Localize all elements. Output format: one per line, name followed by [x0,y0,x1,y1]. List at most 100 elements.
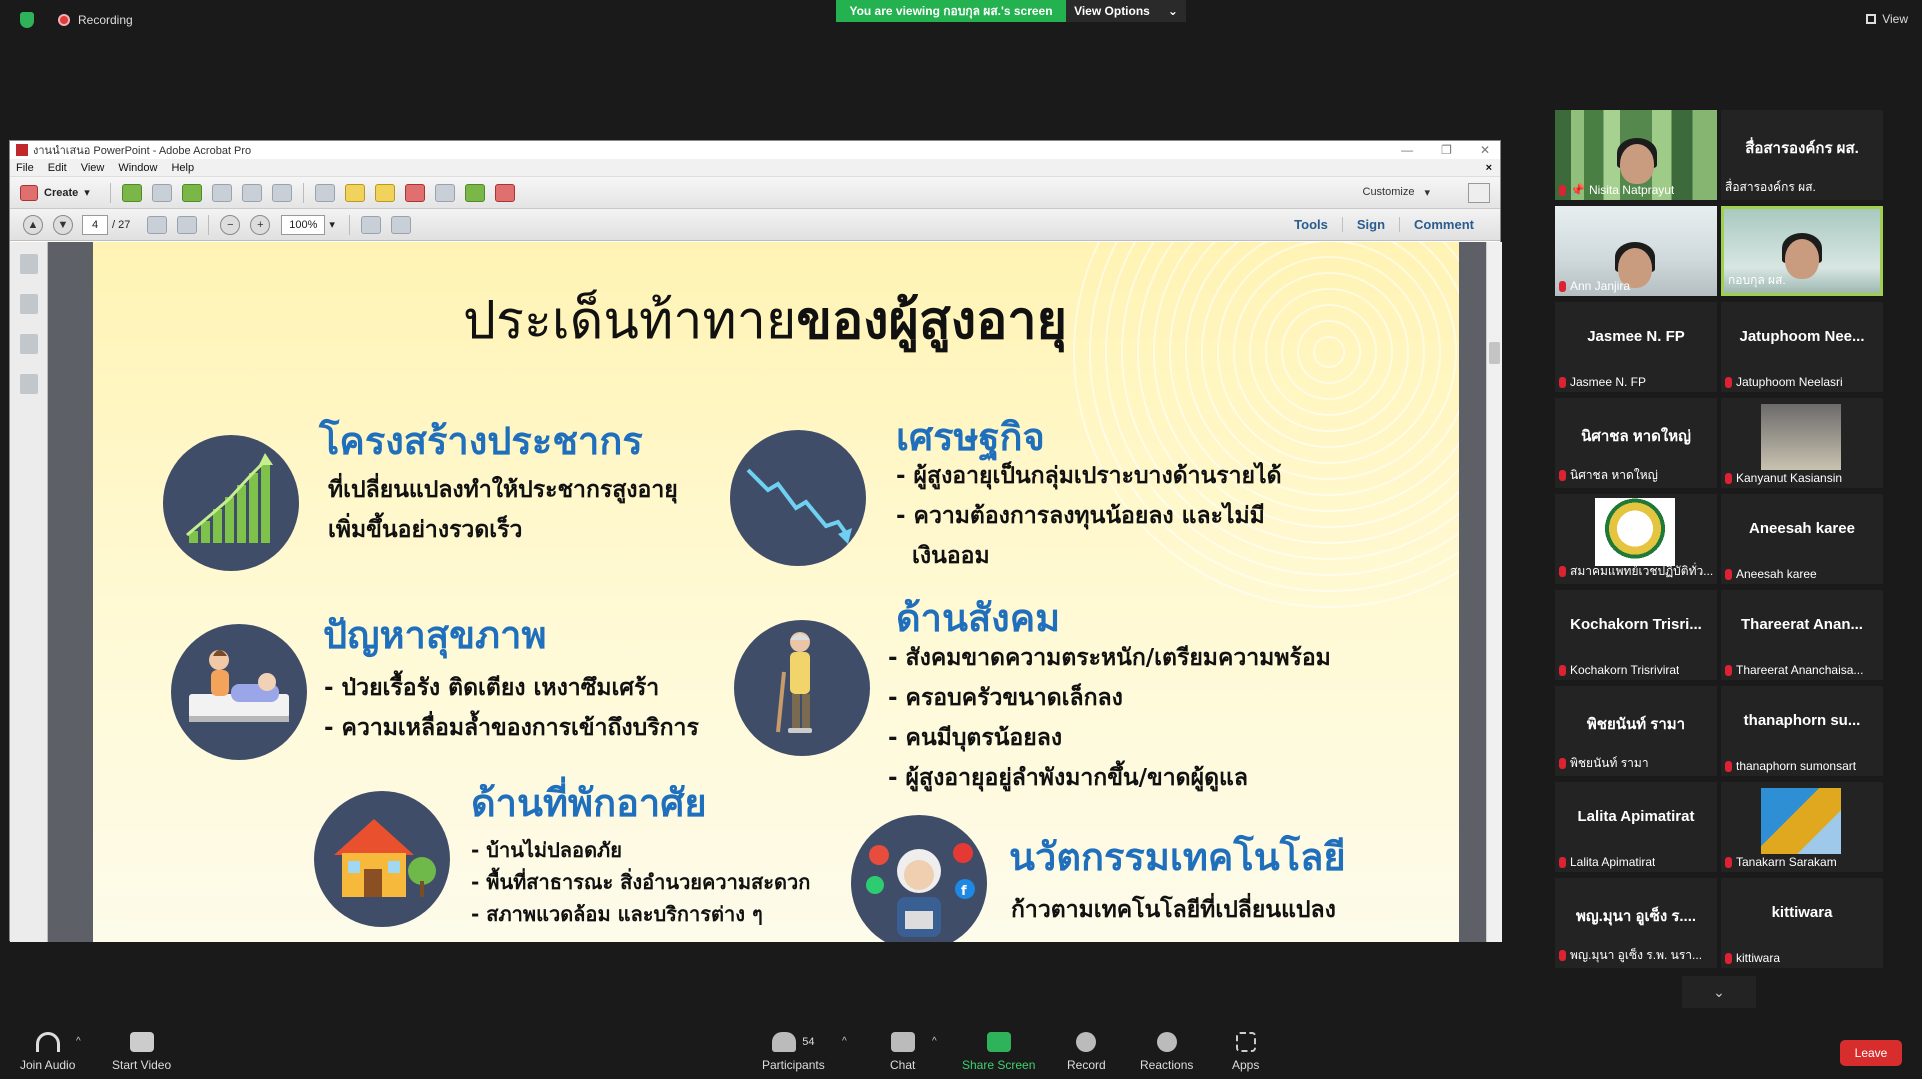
participant-tile[interactable]: Thareerat Anan... Thareerat Ananchaisa..… [1721,590,1883,680]
highlight-icon[interactable] [374,183,395,202]
vertical-scrollbar[interactable] [1486,242,1502,942]
chat-options-caret-icon[interactable]: ^ [932,1036,937,1047]
save-icon[interactable] [151,183,172,202]
review-document-icon[interactable] [434,183,455,202]
start-video-button[interactable]: Start Video [112,1032,171,1072]
tools-link[interactable]: Tools [1280,217,1342,232]
participant-tile[interactable]: Lalita Apimatirat Lalita Apimatirat [1555,782,1717,872]
participant-tile[interactable]: Ann Janjira [1555,206,1717,296]
select-cursor-icon[interactable] [147,215,168,234]
participant-tile[interactable]: นิศาชล หาดใหญ่ นิศาชล หาดใหญ่ [1555,398,1717,488]
muted-mic-icon [1559,280,1566,292]
participant-tile[interactable]: Kanyanut Kasiansin [1721,398,1883,488]
zoom-meeting-controls: Join Audio ^ Start Video 54 Participants… [0,1024,1922,1079]
reactions-button[interactable]: Reactions [1140,1032,1193,1072]
menu-edit[interactable]: Edit [48,162,67,174]
record-button[interactable]: Record [1067,1032,1106,1072]
join-audio-button[interactable]: Join Audio [20,1032,75,1072]
toolbar-divider [208,214,210,235]
close-icon[interactable]: ✕ [1480,143,1490,157]
view-button[interactable]: View [1866,12,1908,26]
participants-button[interactable]: 54 Participants [762,1032,825,1072]
form-document-icon[interactable] [494,183,515,202]
participant-tile[interactable]: Jasmee N. FP Jasmee N. FP [1555,302,1717,392]
participant-tile[interactable]: kittiwara kittiwara [1721,878,1883,968]
gallery-next-page-button[interactable]: ⌄ [1682,976,1756,1008]
customize-button[interactable]: Customize ▾ [1363,186,1431,199]
leave-meeting-button[interactable]: Leave [1840,1040,1902,1066]
participant-tile[interactable]: สื่อสารองค์กร ผส. สื่อสารองค์กร ผส. [1721,110,1883,200]
menu-file[interactable]: File [16,162,34,174]
muted-mic-icon [1725,760,1732,772]
recording-indicator[interactable]: Recording [20,12,133,28]
participant-tile[interactable]: Jatuphoom Nee... Jatuphoom Neelasri [1721,302,1883,392]
comment-bubble-icon[interactable] [344,183,365,202]
email-icon[interactable] [271,183,292,202]
housing-line: - บ้านไม่ปลอดภัย [471,838,622,862]
zoom-in-icon[interactable]: + [250,214,271,235]
expand-icon[interactable] [1468,182,1490,203]
participants-options-caret-icon[interactable]: ^ [842,1036,847,1047]
participant-tile[interactable]: thanaphorn su... thanaphorn sumonsart [1721,686,1883,776]
sign-document-icon[interactable] [404,183,425,202]
participant-tile-active-speaker[interactable]: กอบกุล ผส. [1721,206,1883,296]
edit-document-icon[interactable] [241,183,262,202]
cloud-upload-icon[interactable] [181,183,202,202]
participant-tile[interactable]: 📌 Nisita Natprayut [1555,110,1717,200]
participant-display-name: นิศาชล หาดใหญ่ [1581,428,1691,445]
muted-mic-icon [1559,856,1566,868]
print-icon[interactable] [211,183,232,202]
bookmarks-icon[interactable] [19,294,38,314]
economy-line: - ผู้สูงอายุเป็นกลุ่มเปราะบางด้านรายได้ [896,463,1282,489]
technology-line: ก้าวตามเทคโนโลยีที่เปลี่ยนแปลง [1011,897,1336,923]
participant-tile[interactable]: สมาคมแพทย์เวชปฏิบัติทั่ว... [1555,494,1717,584]
zoom-out-icon[interactable]: − [220,214,241,235]
hand-tool-icon[interactable] [177,215,198,234]
minimize-icon[interactable]: — [1401,143,1413,157]
export-document-icon[interactable] [464,183,485,202]
participant-tile[interactable]: Kochakorn Trisri... Kochakorn Trisrivira… [1555,590,1717,680]
chat-button[interactable]: Chat [890,1032,915,1072]
signatures-icon[interactable] [19,374,38,394]
page-number-input[interactable]: 4 [82,214,108,235]
toolbar-divider [109,182,111,203]
scrollbar-thumb[interactable] [1489,342,1500,364]
participant-tile[interactable]: Tanakarn Sarakam [1721,782,1883,872]
next-page-icon[interactable]: ▼ [53,214,73,235]
pdf-icon [16,144,28,156]
caregiver-bed-icon [171,624,307,760]
zoom-level-select[interactable]: 100% [281,214,326,235]
full-screen-icon[interactable] [390,215,411,234]
menu-view[interactable]: View [81,162,105,174]
comment-link[interactable]: Comment [1399,217,1488,232]
security-shield-icon[interactable] [20,12,34,28]
participant-display-name: พิชยนันท์ รามา [1586,716,1686,733]
participant-tile[interactable]: พญ.มุนา อูเซ็ง ร.... พญ.มุนา อูเซ็ง ร.พ.… [1555,878,1717,968]
participant-name: พญ.มุนา อูเซ็ง ร.พ. นรา... [1570,948,1703,962]
create-button[interactable]: Create ▾ [20,184,90,201]
acrobat-main-toolbar: Create ▾ Customize ▾ [10,177,1500,209]
apps-button[interactable]: Apps [1232,1032,1259,1072]
participant-tile[interactable]: พิชยนันท์ รามา พิชยนันท์ รามา [1555,686,1717,776]
housing-line: - สภาพแวดล้อม และบริการต่าง ๆ [471,902,763,926]
muted-mic-icon [1725,856,1732,868]
previous-page-icon[interactable]: ▲ [23,214,43,235]
participant-tile[interactable]: Aneesah karee Aneesah karee [1721,494,1883,584]
audio-options-caret-icon[interactable]: ^ [76,1036,81,1047]
sign-link[interactable]: Sign [1341,217,1399,232]
fit-page-icon[interactable] [360,215,381,234]
open-folder-icon[interactable] [121,183,142,202]
economy-line: เงินออม [896,543,990,569]
chevron-down-icon[interactable]: ▾ [329,218,335,231]
share-screen-button[interactable]: Share Screen [962,1032,1035,1072]
attachments-icon[interactable] [19,334,38,354]
settings-gear-icon[interactable] [314,183,335,202]
menu-window[interactable]: Window [118,162,157,174]
page-thumbnails-icon[interactable] [19,254,38,274]
view-options-button[interactable]: View Options ⌄ [1066,0,1186,22]
restore-icon[interactable]: ❐ [1441,143,1452,157]
close-document-icon[interactable]: × [1486,162,1492,174]
start-video-label: Start Video [112,1058,172,1072]
participant-name: นิศาชล หาดใหญ่ [1570,468,1658,482]
menu-help[interactable]: Help [171,162,194,174]
